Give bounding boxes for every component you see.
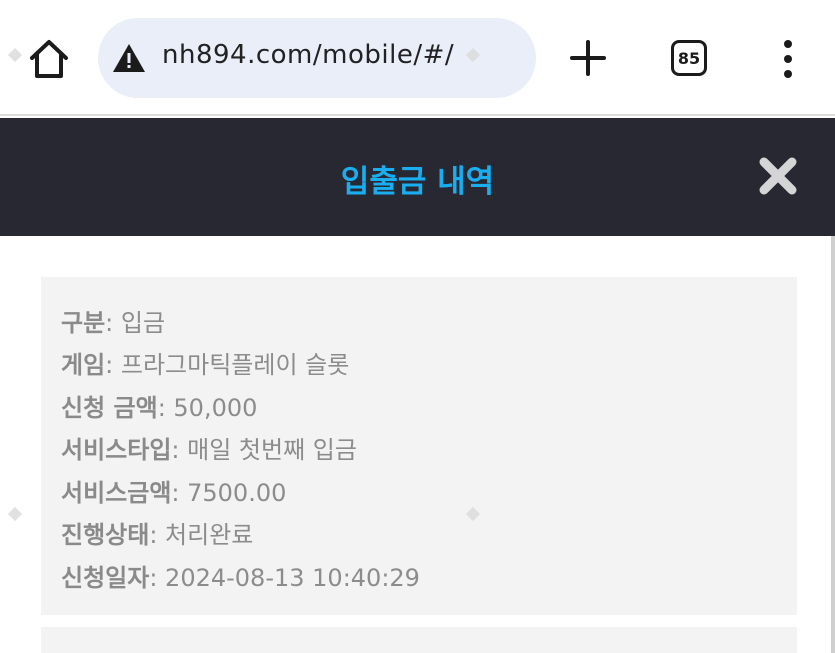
- new-tab-button[interactable]: [568, 38, 608, 78]
- modal-header: 입출금 내역: [0, 118, 835, 236]
- home-button[interactable]: [26, 36, 72, 82]
- row-value: 50,000: [173, 394, 258, 422]
- row-value: 2024-08-13 10:40:29: [165, 564, 420, 592]
- row-date: 신청일자: 2024-08-13 10:40:29: [61, 564, 420, 592]
- row-status: 진행상태: 처리완료: [61, 521, 254, 549]
- modal-title: 입출금 내역: [340, 164, 495, 200]
- row-service-type: 서비스타입: 매일 첫번째 입금: [61, 436, 357, 464]
- watermark-mark: [7, 506, 23, 522]
- row-game: 게임: 프라그마틱플레이 슬롯: [61, 351, 350, 379]
- row-service-amount: 서비스금액: 7500.00: [61, 479, 287, 507]
- row-value: 처리완료: [165, 521, 254, 549]
- url-text: nh894.com/mobile/#/: [162, 40, 455, 70]
- close-button[interactable]: [758, 156, 798, 196]
- more-vertical-icon: [784, 40, 792, 78]
- plus-icon: [570, 40, 606, 76]
- row-label: 게임: [61, 351, 106, 379]
- tab-switcher-button[interactable]: 85: [671, 40, 707, 76]
- transaction-card-next: [41, 627, 797, 653]
- close-icon: [759, 157, 797, 195]
- row-label: 신청 금액: [61, 394, 158, 422]
- scrollbar[interactable]: [831, 236, 835, 653]
- transaction-card: 구분: 입금 게임: 프라그마틱플레이 슬롯 신청 금액: 50,000 서비스…: [41, 277, 797, 615]
- row-label: 서비스타입: [61, 436, 172, 464]
- row-value: 매일 첫번째 입금: [187, 436, 357, 464]
- browser-menu-button[interactable]: [776, 38, 800, 80]
- browser-toolbar: nh894.com/mobile/#/ 85: [0, 0, 835, 116]
- row-label: 서비스금액: [61, 479, 172, 507]
- row-label: 신청일자: [61, 564, 150, 592]
- row-type: 구분: 입금: [61, 309, 166, 337]
- home-icon: [30, 40, 68, 78]
- row-value: 프라그마틱플레이 슬롯: [120, 351, 350, 379]
- row-label: 진행상태: [61, 521, 150, 549]
- row-label: 구분: [61, 309, 106, 337]
- row-value: 입금: [120, 309, 166, 337]
- row-amount: 신청 금액: 50,000: [61, 394, 258, 422]
- row-value: 7500.00: [187, 479, 287, 507]
- warning-triangle-icon: [113, 44, 145, 72]
